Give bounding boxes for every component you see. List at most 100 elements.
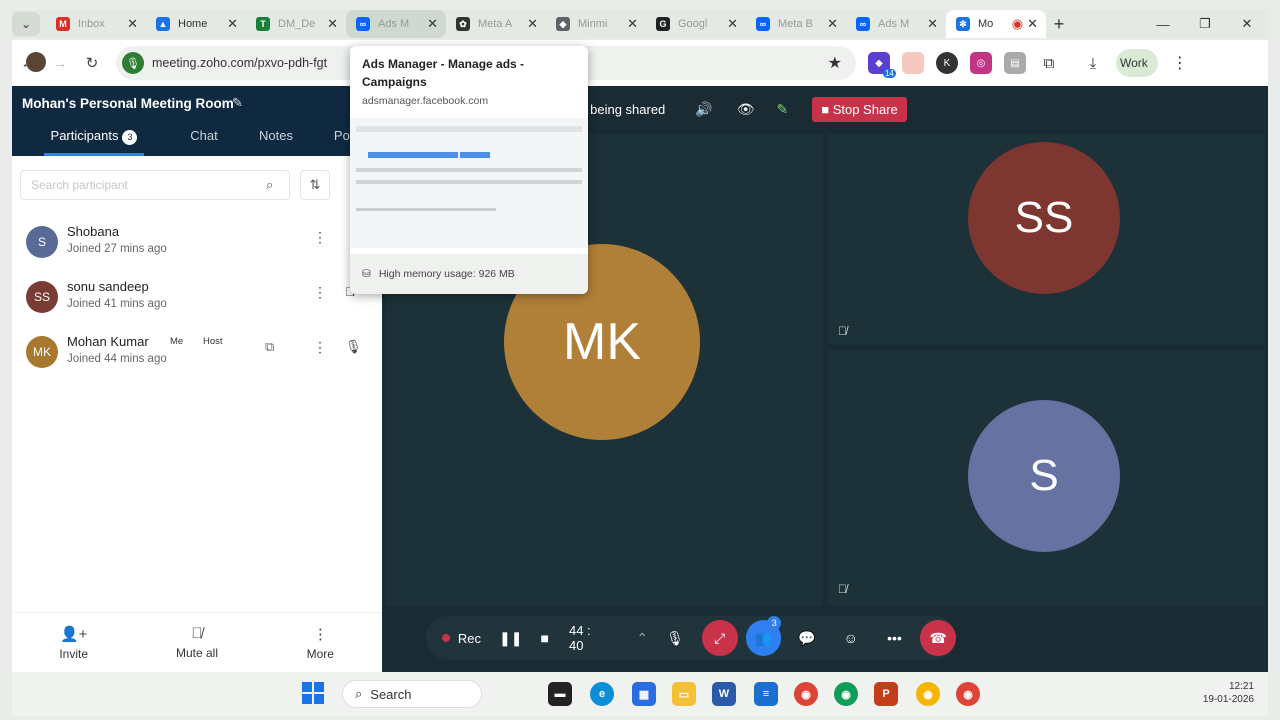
close-tab-icon[interactable]: ✕ [527, 16, 538, 32]
browser-tab[interactable]: ◆ Minmi ✕ [546, 10, 646, 38]
close-tab-icon[interactable]: ✕ [327, 16, 338, 32]
os-taskbar: ⌕ Search ▬ e ▦ ▭ W ≡ ◉ ◉ P ◉ ◉ 12:21 19-0… [12, 672, 1268, 716]
edit-pencil-icon[interactable]: ✎ [232, 95, 243, 111]
extension-icon[interactable]: K [936, 52, 958, 74]
more-button[interactable]: ⋮ More [270, 625, 370, 661]
avatar: SS [968, 142, 1120, 294]
mute-all-button[interactable]: 🎙̸ Mute all [147, 625, 247, 660]
reactions-icon[interactable]: ☺ [833, 620, 869, 656]
windows-start-icon[interactable] [302, 682, 324, 704]
extension-badge-icon[interactable]: ◆ 14 [868, 52, 896, 78]
hovercard-title: Ads Manager - Manage ads - Campaigns [362, 57, 525, 89]
browser-tab[interactable]: ∞ Meta B ✕ [746, 10, 846, 38]
stop-share-button[interactable]: ■ Stop Share [812, 96, 907, 122]
extensions-puzzle-icon[interactable]: ⧉ [1038, 52, 1060, 74]
bookmark-star-icon[interactable]: ★ [828, 53, 842, 73]
close-tab-icon[interactable]: ✕ [227, 16, 238, 32]
stop-icon[interactable]: ■ [541, 630, 549, 646]
leave-call-button[interactable]: ☎ [920, 620, 957, 656]
avatar: MK [26, 336, 58, 368]
more-icon[interactable]: ••• [877, 620, 913, 656]
browser-tab[interactable]: ∞ Ads M ✕ [346, 10, 446, 38]
browser-menu-icon[interactable]: ⋮ [1172, 53, 1188, 73]
browser-tab[interactable]: ✿ Meta A ✕ [446, 10, 546, 38]
powerpoint-icon[interactable]: P [874, 682, 898, 706]
search-icon: ⌕ [266, 177, 274, 192]
more-options-icon[interactable]: ⋮ [313, 284, 327, 301]
participant-list: S Shobana Joined 27 mins ago ⋮ SS sonu s… [12, 214, 382, 379]
more-options-icon[interactable]: ⋮ [313, 339, 327, 356]
chrome-icon[interactable]: ◉ [916, 682, 940, 706]
sort-icon[interactable]: ⇅ [300, 170, 330, 200]
search-input[interactable] [20, 170, 290, 200]
system-clock[interactable]: 12:21 19-01-2026 [1203, 680, 1254, 706]
tab-participants[interactable]: Participants 3 [44, 120, 144, 156]
list-item[interactable]: MK Mohan Kumar Me Host Joined 44 mins ag… [12, 324, 382, 379]
forward-icon[interactable]: → [44, 55, 76, 72]
extension-icon[interactable]: ◎ [970, 52, 992, 74]
chrome-icon[interactable]: ◉ [834, 682, 858, 706]
extension-icon[interactable] [902, 52, 924, 74]
invite-button[interactable]: 👤+ Invite [24, 625, 124, 661]
browser-tab[interactable]: ∞ Ads M ✕ [846, 10, 946, 38]
meta-icon: ∞ [756, 17, 770, 31]
chevron-up-icon[interactable]: ⌃ [636, 630, 648, 647]
taskbar-search[interactable]: ⌕ Search [342, 680, 482, 708]
mic-icon[interactable]: 🎙 [666, 630, 684, 647]
pen-icon[interactable]: ✎ [777, 101, 789, 118]
participants-button[interactable]: 👥 3 [745, 616, 782, 656]
chat-icon[interactable]: 💬 [789, 620, 825, 656]
extension-icon[interactable]: ▤ [1004, 52, 1026, 74]
notes-app-icon[interactable]: ≡ [754, 682, 778, 706]
list-item[interactable]: SS sonu sandeep Joined 41 mins ago ⋮ 🎙̸ [12, 269, 382, 324]
browser-tab[interactable]: M Inbox ✕ [46, 10, 146, 38]
gmail-icon: M [56, 17, 70, 31]
restore-icon[interactable]: ❐ [1184, 16, 1226, 32]
browser-tab-active[interactable]: ✻ Mo ◉ ✕ [946, 10, 1046, 38]
close-tab-icon[interactable]: ✕ [727, 16, 738, 32]
mic-in-use-icon[interactable]: 🎙 [122, 52, 144, 74]
reload-icon[interactable]: ↻ [76, 54, 108, 72]
close-tab-icon[interactable]: ✕ [427, 16, 438, 32]
screen-share-toggle[interactable]: ⤢ [701, 620, 738, 656]
participant-search: ⌕ ⇅ [20, 170, 350, 200]
pause-icon[interactable]: ❚❚ [499, 630, 522, 647]
task-view-icon[interactable]: ▬ [548, 682, 572, 706]
recording-indicator-icon: ◉ [1011, 16, 1024, 31]
list-item[interactable]: S Shobana Joined 27 mins ago ⋮ [12, 214, 382, 269]
chrome-icon[interactable]: ◉ [956, 682, 980, 706]
screen-share-icon[interactable]: ⧉ [265, 339, 274, 355]
mic-icon[interactable]: 🎙 [345, 339, 362, 355]
browser-tab[interactable]: ▲ Home ✕ [146, 10, 246, 38]
store-icon[interactable]: ▦ [632, 682, 656, 706]
close-tab-icon[interactable]: ✕ [927, 16, 938, 32]
new-tab-button[interactable]: + [1046, 14, 1072, 35]
chrome-icon[interactable]: ◉ [794, 682, 818, 706]
close-tab-icon[interactable]: ✕ [627, 16, 638, 32]
close-tab-icon[interactable]: ✕ [1027, 16, 1038, 32]
tab-chat[interactable]: Chat [184, 120, 224, 156]
tab-search-button[interactable]: ⌄ [12, 12, 40, 36]
browser-tab[interactable]: G Googl ✕ [646, 10, 746, 38]
download-icon[interactable]: ⤓ [1082, 52, 1104, 74]
close-tab-icon[interactable]: ✕ [827, 16, 838, 32]
speaker-icon[interactable]: 🔊 [695, 101, 712, 118]
browser-tab[interactable]: T DM_De ✕ [246, 10, 346, 38]
tab-notes[interactable]: Notes [256, 120, 296, 156]
word-icon[interactable]: W [712, 682, 736, 706]
participant-name: Shobana [67, 224, 120, 239]
close-window-icon[interactable]: ✕ [1226, 16, 1268, 32]
edge-icon[interactable]: e [590, 682, 614, 706]
minimize-icon[interactable]: — [1142, 17, 1184, 32]
hovercard-url: adsmanager.facebook.com [362, 95, 489, 107]
meeting-timer: 44 : 40 [568, 623, 591, 653]
eye-hidden-icon[interactable]: 👁 [737, 101, 755, 118]
close-tab-icon[interactable]: ✕ [127, 16, 138, 32]
mic-muted-icon: 🎙̸ [191, 625, 203, 642]
recording-label: Rec [457, 630, 482, 646]
more-options-icon[interactable]: ⋮ [313, 229, 327, 246]
participants-count-badge: 3 [767, 616, 782, 630]
file-explorer-icon[interactable]: ▭ [672, 682, 696, 706]
profile-button[interactable]: Work [26, 49, 1158, 77]
meeting-controls: Rec ❚❚ ■ 44 : 40 ⌃ 🎙 ⤢ 👥 3 💬 ☺ ••• ☎ [426, 616, 957, 660]
